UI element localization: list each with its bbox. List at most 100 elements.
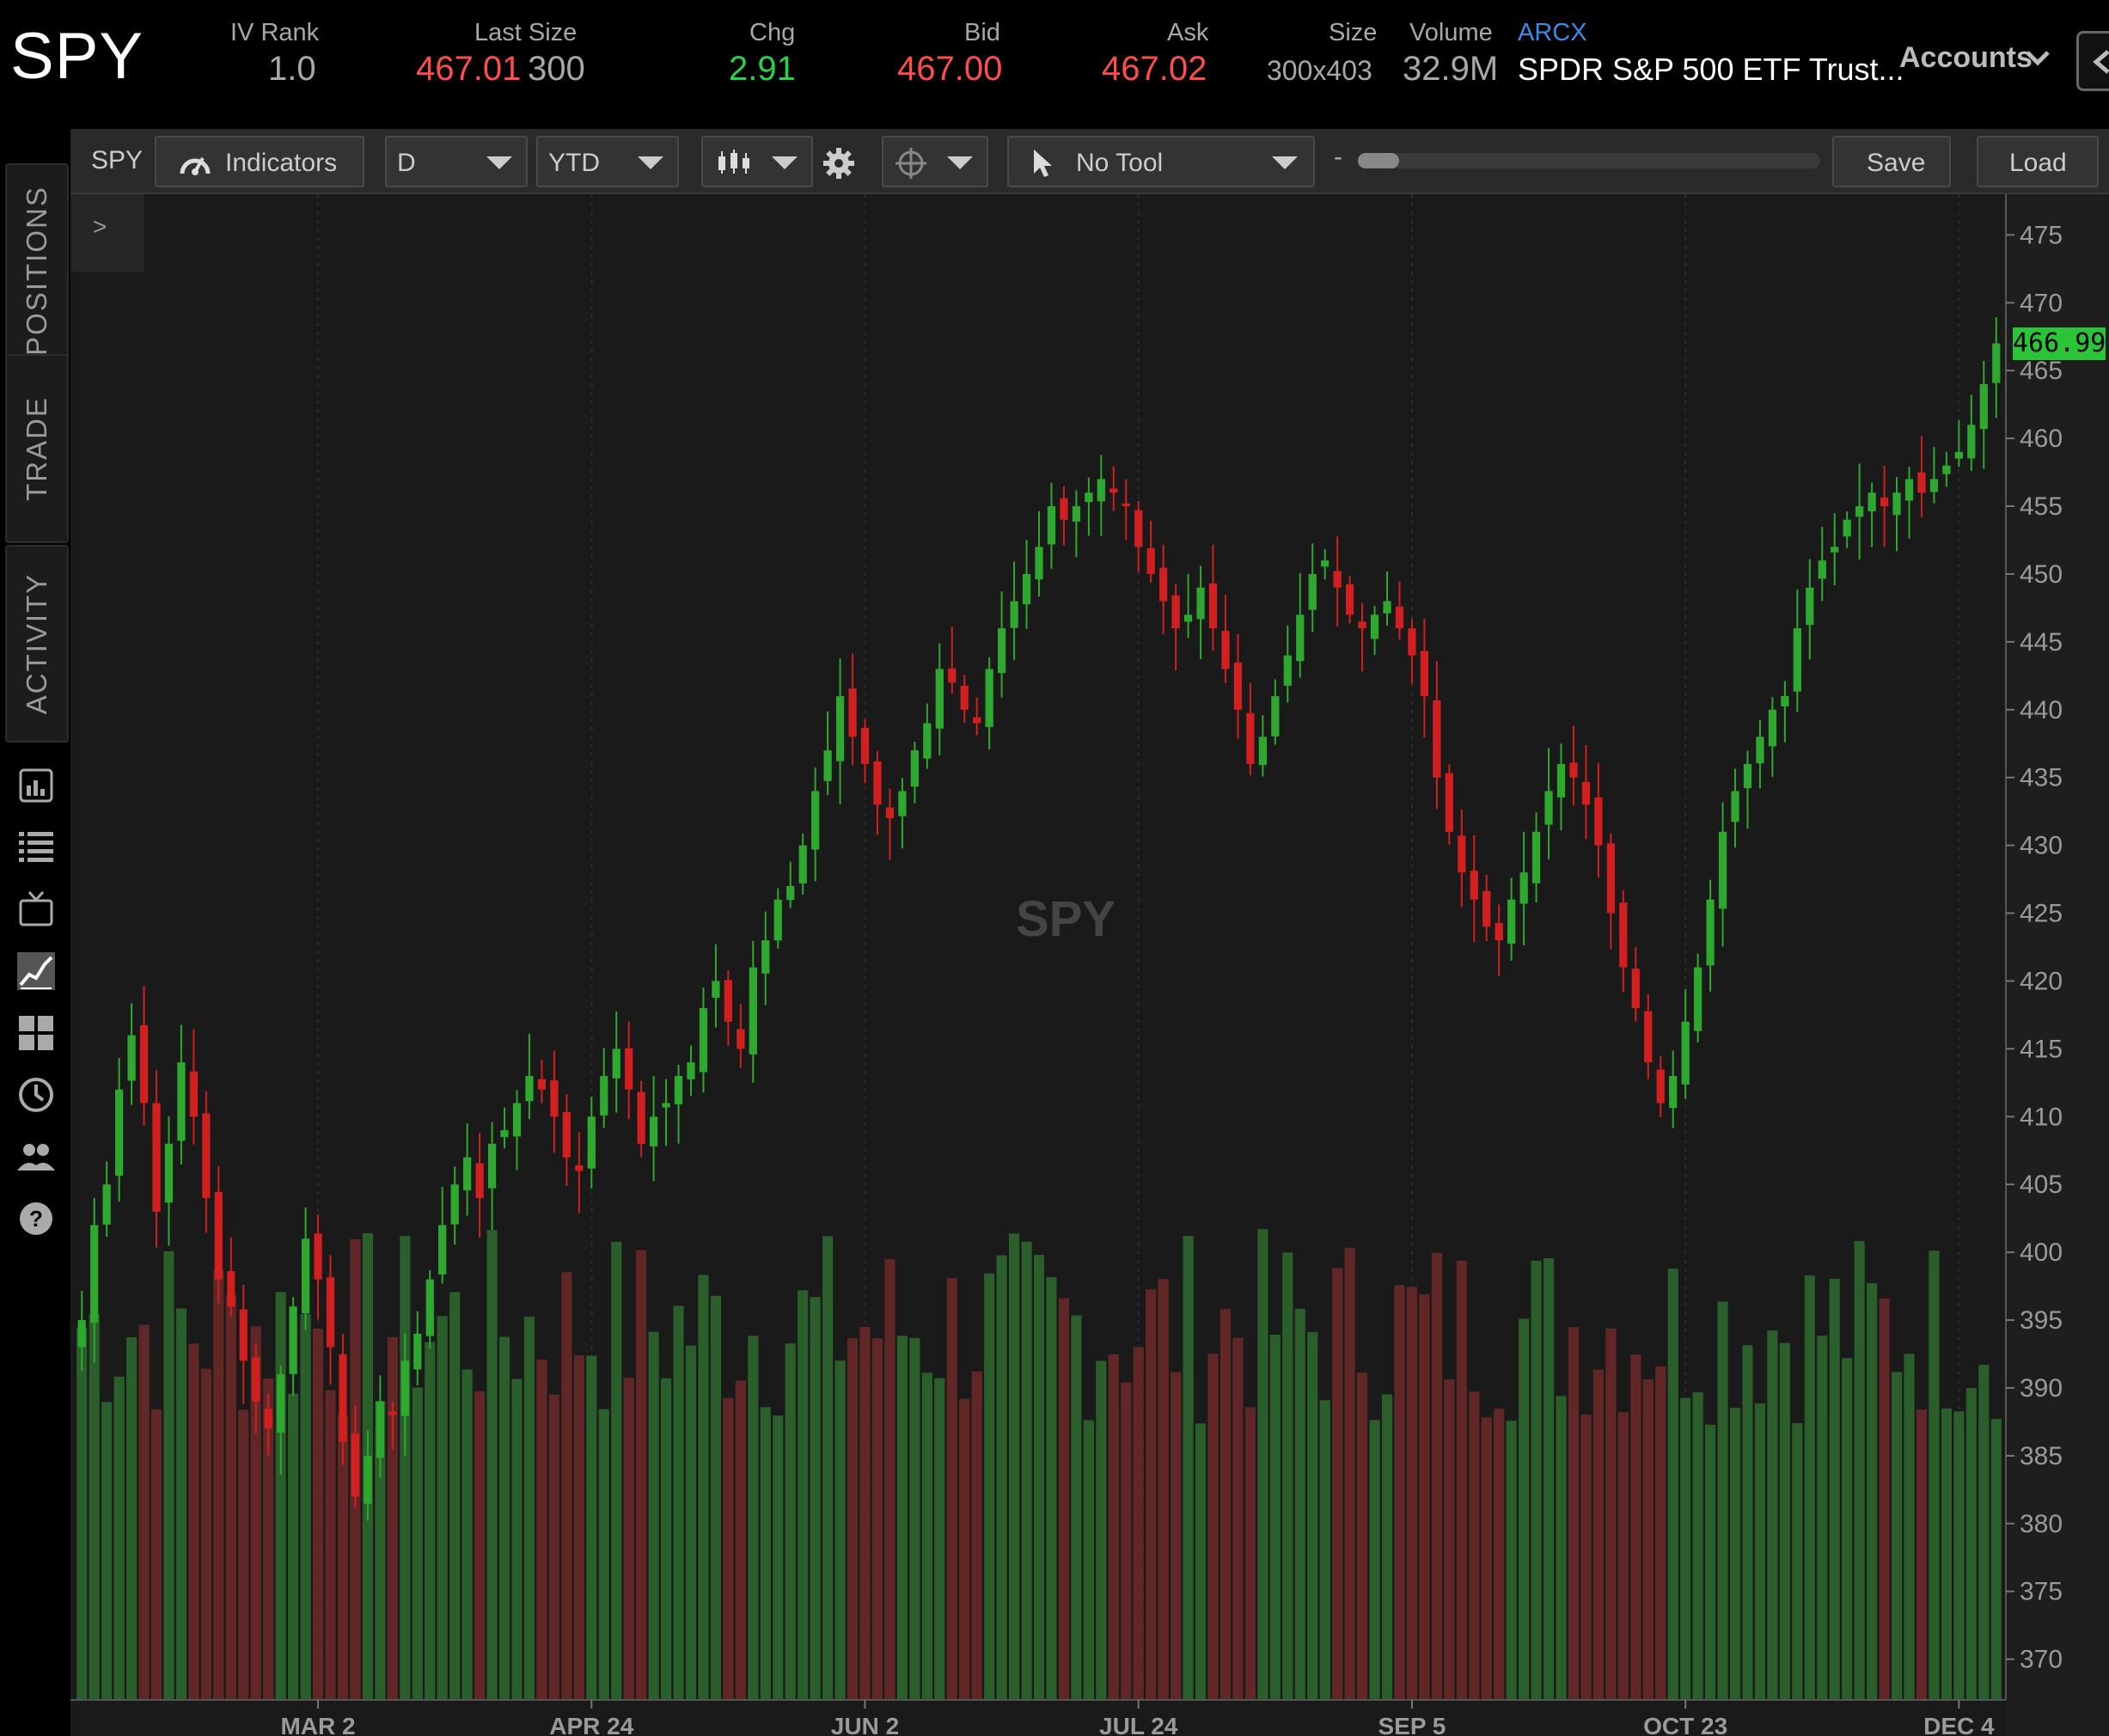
volume-bar — [387, 1336, 398, 1700]
volume-bar — [586, 1355, 597, 1700]
candle-body — [475, 1163, 484, 1198]
candle-body — [1110, 488, 1118, 493]
candle-body — [1283, 655, 1292, 686]
volume-bar — [1605, 1328, 1617, 1700]
tab-activity-label: ACTIVITY — [21, 572, 52, 715]
save-button[interactable]: Save — [1832, 136, 1951, 187]
candle-body — [1370, 614, 1379, 639]
crosshair-dropdown[interactable] — [882, 136, 988, 187]
candle-body — [1035, 547, 1043, 580]
help-icon[interactable]: ? — [15, 1198, 57, 1239]
volume-bar — [325, 1390, 336, 1700]
dashboard-icon[interactable] — [15, 765, 57, 806]
load-button[interactable]: Load — [1977, 136, 2099, 187]
candle-body — [1047, 506, 1056, 545]
volume-bar — [1456, 1260, 1467, 1700]
bid-value[interactable]: 467.00 — [897, 50, 1002, 89]
volume-bar — [1531, 1260, 1542, 1700]
volume-bar — [1680, 1397, 1691, 1700]
history-icon[interactable] — [15, 1074, 57, 1116]
candle-body — [749, 967, 757, 1054]
volume-bar — [288, 1393, 299, 1700]
volume-bar — [1891, 1372, 1903, 1700]
candle-body — [712, 981, 720, 998]
volume-bar — [1481, 1417, 1492, 1700]
drawing-tool-dropdown[interactable]: No Tool — [1007, 136, 1315, 187]
volume-bar — [511, 1378, 523, 1700]
candle-body — [102, 1184, 111, 1225]
volume-bar — [1953, 1411, 1965, 1700]
volume-bar — [1655, 1366, 1666, 1700]
candle-body — [1519, 872, 1528, 904]
candle-body — [1395, 606, 1404, 629]
candle-body — [724, 980, 733, 1022]
candle-body — [90, 1225, 99, 1323]
candle-body — [1233, 662, 1243, 710]
volume-bar — [462, 1369, 473, 1700]
symbol-label[interactable]: SPY — [10, 19, 144, 94]
aggregation-dropdown[interactable]: D — [385, 136, 528, 187]
candle-body — [773, 899, 782, 941]
zoom-slider-thumb[interactable] — [1358, 153, 1400, 168]
volume-bar — [1829, 1279, 1840, 1700]
tv-icon[interactable] — [15, 889, 57, 930]
volume-bar — [847, 1338, 859, 1700]
volume-bar — [213, 1270, 224, 1700]
expand-panel-button[interactable]: > — [70, 194, 144, 272]
tab-positions[interactable]: POSITIONS — [5, 163, 69, 378]
x-tick-label: JUN 2 — [831, 1713, 899, 1736]
volume-bar — [971, 1371, 982, 1700]
volume-bar — [1990, 1419, 2002, 1700]
chart-canvas[interactable]: 475 470 465 460 455 450 445 440 435 430 425 420 415 4… — [70, 194, 2109, 1736]
price-chart[interactable]: 475 470 465 460 455 450 445 440 435 430 425 420 415 4… — [70, 194, 2109, 1736]
gear-icon[interactable] — [822, 146, 856, 180]
collapse-panel-button[interactable] — [2076, 31, 2109, 91]
volume-bar — [859, 1326, 871, 1700]
volume-bar — [1667, 1268, 1678, 1700]
chevron-down-icon[interactable] — [2025, 45, 2051, 70]
volume-bar — [822, 1236, 834, 1700]
candle-body — [227, 1271, 235, 1307]
y-tick-label: 375 — [2020, 1578, 2063, 1606]
range-dropdown[interactable]: YTD — [536, 136, 679, 187]
volume-bar — [921, 1372, 932, 1700]
zoom-slider[interactable] — [1358, 153, 1820, 168]
chart-symbol-label[interactable]: SPY — [91, 146, 143, 175]
candle-body — [177, 1062, 186, 1141]
grid-icon[interactable] — [15, 1012, 57, 1054]
volume-bar — [1779, 1342, 1790, 1700]
indicators-button[interactable]: Indicators — [155, 136, 364, 187]
zoom-out-button[interactable]: - — [1334, 143, 1342, 172]
candle-body — [1482, 890, 1491, 927]
chart-icon[interactable] — [15, 951, 57, 992]
community-icon[interactable] — [15, 1136, 57, 1177]
tab-trade[interactable]: TRADE — [5, 354, 69, 543]
candle-body — [1183, 614, 1193, 622]
volume-bar — [126, 1337, 138, 1700]
candle-body — [1258, 737, 1267, 766]
candle-body — [1146, 547, 1155, 574]
candle-body — [1992, 343, 2001, 383]
last-size-label: Last Size — [474, 19, 578, 46]
volume-bar — [1506, 1421, 1517, 1700]
candle-body — [1458, 835, 1466, 873]
ask-value[interactable]: 467.02 — [1102, 50, 1207, 89]
volume-bar — [1257, 1229, 1268, 1700]
candle-body — [898, 791, 907, 816]
volume-bar — [1108, 1354, 1119, 1700]
chevron-left-icon — [2093, 50, 2109, 74]
candle-body — [1159, 567, 1168, 602]
candle-body — [1954, 451, 1964, 459]
tab-activity[interactable]: ACTIVITY — [5, 545, 69, 743]
candle-body — [985, 669, 993, 727]
list-icon[interactable] — [15, 827, 57, 868]
candle-body — [1072, 506, 1081, 522]
volume-bar — [1804, 1275, 1815, 1700]
chart-style-dropdown[interactable] — [701, 136, 813, 187]
candle-body — [1768, 709, 1777, 747]
candle-body — [1022, 573, 1031, 605]
volume-bar — [113, 1376, 125, 1700]
volume-bar — [498, 1336, 510, 1700]
accounts-dropdown[interactable]: Accounts — [1899, 41, 2033, 75]
volume-bar — [884, 1259, 896, 1700]
